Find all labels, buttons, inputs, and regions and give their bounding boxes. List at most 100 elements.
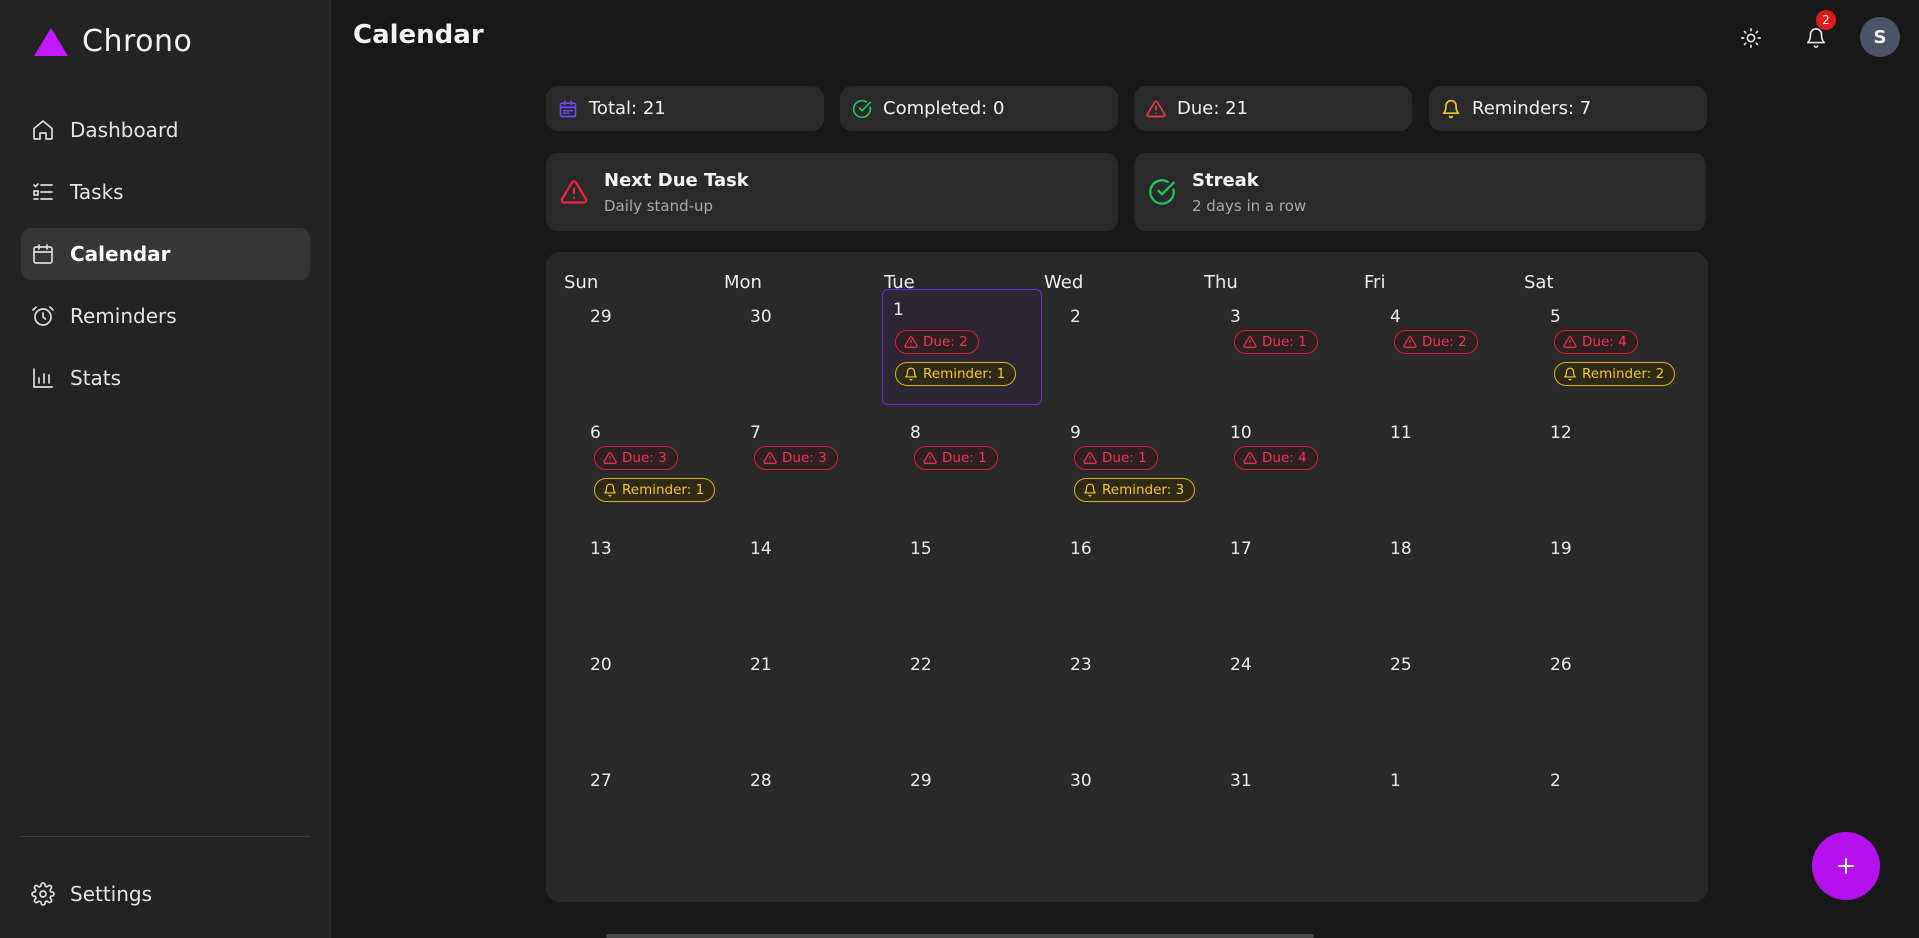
due-count-badge[interactable]: Due: 4 [1554, 330, 1638, 354]
sidebar-item-tasks[interactable]: Tasks [21, 166, 310, 218]
calendar-day[interactable]: 31 [1202, 753, 1362, 869]
calendar-day[interactable]: 25 [1362, 637, 1522, 753]
due-count-badge[interactable]: Due: 1 [914, 446, 998, 470]
day-number: 30 [750, 307, 772, 327]
calendar-day[interactable]: 30 [722, 289, 882, 405]
due-count-text: Due: 2 [1422, 334, 1467, 350]
calendar-day[interactable]: 2 [1042, 289, 1202, 405]
calendar-day[interactable]: 22 [882, 637, 1042, 753]
calendar-day[interactable]: 29 [562, 289, 722, 405]
gear-icon [31, 882, 55, 906]
calendar-icon [31, 242, 55, 266]
avatar[interactable]: S [1860, 17, 1900, 57]
theme-toggle-button[interactable] [1733, 20, 1769, 56]
horizontal-scrollbar[interactable] [606, 934, 1314, 938]
calendar-day-today[interactable]: 1 Due: 2 Reminder: 1 [882, 289, 1042, 405]
reminder-count-badge[interactable]: Reminder: 2 [1554, 362, 1676, 386]
sidebar-item-label: Settings [70, 882, 153, 906]
calendar-day[interactable]: 13 [562, 521, 722, 637]
reminder-count-badge[interactable]: Reminder: 1 [895, 362, 1017, 386]
due-count-badge[interactable]: Due: 3 [754, 446, 838, 470]
calendar-day[interactable]: 20 [562, 637, 722, 753]
calendar-day[interactable]: 19 [1522, 521, 1682, 637]
sidebar-item-label: Stats [70, 366, 122, 390]
warning-triangle-icon [1083, 452, 1097, 464]
stat-total-text: Total: 21 [589, 98, 666, 119]
sidebar-item-calendar[interactable]: Calendar [21, 228, 310, 280]
reminder-count-badge[interactable]: Reminder: 3 [1074, 478, 1196, 502]
day-number: 24 [1230, 655, 1252, 675]
reminder-count-text: Reminder: 1 [622, 482, 705, 498]
sidebar-nav: Dashboard Tasks Calendar Reminders Stats [21, 104, 310, 414]
sidebar-item-stats[interactable]: Stats [21, 352, 310, 404]
due-count-badge[interactable]: Due: 2 [895, 330, 979, 354]
month-calendar: Sun Mon Tue Wed Thu Fri Sat 29 30 1 Due: 2 Reminder… [546, 252, 1708, 902]
sidebar-item-label: Reminders [70, 304, 177, 328]
calendar-day[interactable]: 11 [1362, 405, 1522, 521]
triangle-logo-icon [34, 27, 68, 56]
day-number: 19 [1550, 539, 1572, 559]
sidebar-item-dashboard[interactable]: Dashboard [21, 104, 310, 156]
warning-triangle-icon [1243, 452, 1257, 464]
due-count-badge[interactable]: Due: 3 [594, 446, 678, 470]
reminder-count-text: Reminder: 3 [1102, 482, 1185, 498]
calendar-day[interactable]: 14 [722, 521, 882, 637]
next-due-task-card[interactable]: Next Due Task Daily stand-up [546, 153, 1118, 231]
calendar-day[interactable]: 9 Due: 1 Reminder: 3 [1042, 405, 1202, 521]
day-number: 29 [590, 307, 612, 327]
day-number: 13 [590, 539, 612, 559]
due-count-text: Due: 3 [782, 450, 827, 466]
add-task-button[interactable] [1812, 832, 1880, 900]
next-due-task-name: Daily stand-up [604, 196, 714, 215]
due-count-badge[interactable]: Due: 1 [1234, 330, 1318, 354]
sidebar-divider [21, 836, 310, 837]
calendar-day[interactable]: 3 Due: 1 [1202, 289, 1362, 405]
calendar-day[interactable]: 17 [1202, 521, 1362, 637]
sidebar-item-settings[interactable]: Settings [21, 868, 310, 920]
list-icon [31, 180, 55, 204]
day-number: 9 [1070, 423, 1081, 443]
due-count-text: Due: 4 [1262, 450, 1307, 466]
calendar-day[interactable]: 4 Due: 2 [1362, 289, 1522, 405]
due-count-badge[interactable]: Due: 4 [1234, 446, 1318, 470]
calendar-day[interactable]: 8 Due: 1 [882, 405, 1042, 521]
due-count-text: Due: 1 [1262, 334, 1307, 350]
calendar-day[interactable]: 12 [1522, 405, 1682, 521]
due-count-badge[interactable]: Due: 1 [1074, 446, 1158, 470]
sun-icon [1741, 28, 1761, 48]
calendar-day[interactable]: 16 [1042, 521, 1202, 637]
calendar-day[interactable]: 24 [1202, 637, 1362, 753]
notifications-button[interactable]: 2 [1798, 10, 1836, 56]
sidebar-item-reminders[interactable]: Reminders [21, 290, 310, 342]
calendar-day[interactable]: 18 [1362, 521, 1522, 637]
calendar-day[interactable]: 6 Due: 3 Reminder: 1 [562, 405, 722, 521]
calendar-day[interactable]: 7 Due: 3 [722, 405, 882, 521]
bar-chart-icon [31, 366, 55, 390]
day-number: 1 [893, 300, 904, 320]
calendar-day[interactable]: 10 Due: 4 [1202, 405, 1362, 521]
stat-reminders-text: Reminders: 7 [1472, 98, 1592, 119]
stat-completed: Completed: 0 [840, 86, 1118, 131]
calendar-day[interactable]: 5 Due: 4 Reminder: 2 [1522, 289, 1682, 405]
check-circle-icon [1149, 179, 1175, 205]
calendar-day[interactable]: 21 [722, 637, 882, 753]
calendar-day[interactable]: 27 [562, 753, 722, 869]
brand[interactable]: Chrono [34, 24, 192, 59]
calendar-day[interactable]: 1 [1362, 753, 1522, 869]
calendar-day[interactable]: 15 [882, 521, 1042, 637]
due-count-badge[interactable]: Due: 2 [1394, 330, 1478, 354]
calendar-day[interactable]: 29 [882, 753, 1042, 869]
bell-icon [1564, 367, 1576, 381]
sidebar-item-label: Calendar [70, 242, 171, 266]
day-number: 12 [1550, 423, 1572, 443]
warning-triangle-icon [904, 336, 918, 348]
reminder-count-badge[interactable]: Reminder: 1 [594, 478, 716, 502]
calendar-day[interactable]: 28 [722, 753, 882, 869]
day-number: 18 [1390, 539, 1412, 559]
streak-content: Streak 2 days in a row [1192, 170, 1306, 215]
calendar-day[interactable]: 2 [1522, 753, 1682, 869]
stat-completed-text: Completed: 0 [883, 98, 1005, 119]
calendar-day[interactable]: 30 [1042, 753, 1202, 869]
calendar-day[interactable]: 26 [1522, 637, 1682, 753]
calendar-day[interactable]: 23 [1042, 637, 1202, 753]
